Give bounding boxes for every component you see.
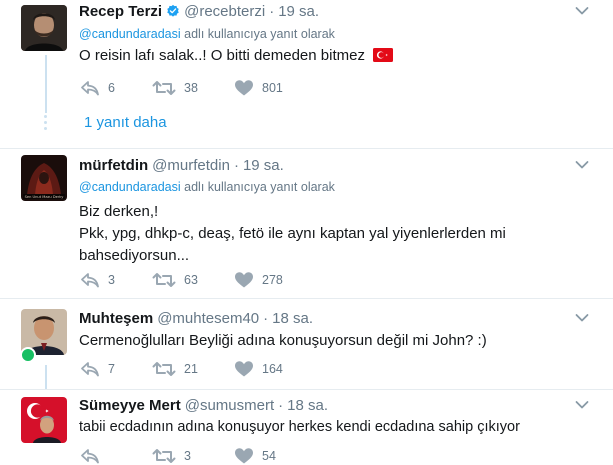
tweet[interactable]: Recep Terzi @recebterzi · 19 sa. @candun… <box>0 0 613 148</box>
handle[interactable]: @murfetdin <box>152 157 230 174</box>
caret-down-icon[interactable] <box>575 160 589 170</box>
tweet-actions: 7 21 164 <box>80 360 283 378</box>
like-count: 278 <box>262 273 283 287</box>
reply-button[interactable]: 6 <box>80 79 152 97</box>
timestamp[interactable]: 19 sa. <box>278 3 319 20</box>
tweet-text-line: Pkk, ypg, dhkp-c, deaş, fetö ile aynı ka… <box>79 225 506 242</box>
like-button[interactable]: 801 <box>234 79 283 97</box>
reply-button[interactable]: 3 <box>80 271 152 289</box>
separator-dot: · <box>233 156 239 174</box>
caret-down-icon[interactable] <box>575 313 589 323</box>
retweet-count: 21 <box>184 362 198 376</box>
tweet-text: O reisin lafı salak..! O bitti demeden b… <box>79 45 579 66</box>
avatar-caption: Sen Unut Mazu Derky <box>25 195 65 199</box>
retweet-icon <box>152 271 176 289</box>
reply-button[interactable] <box>80 447 152 465</box>
tweet-text: tabii ecdadının adına konuşuyor herkes k… <box>79 417 579 438</box>
tweet-actions: 3 54 <box>80 447 276 465</box>
turkey-flag-icon <box>373 48 394 62</box>
like-button[interactable]: 164 <box>234 360 283 378</box>
like-icon <box>234 360 254 378</box>
reply-icon <box>80 79 100 97</box>
caret-down-icon[interactable] <box>575 6 589 16</box>
separator-dot: · <box>263 309 269 327</box>
tweet-text-content: O reisin lafı salak..! O bitti demeden b… <box>79 47 365 64</box>
avatar[interactable]: Sen Unut Mazu Derky <box>21 155 67 201</box>
retweet-button[interactable]: 38 <box>152 79 234 97</box>
display-name[interactable]: Recep Terzi <box>79 3 162 20</box>
reply-count: 3 <box>108 273 115 287</box>
tweet-text-content: tabii ecdadının adına konuşuyor herkes k… <box>79 419 520 435</box>
retweet-count: 63 <box>184 273 198 287</box>
more-replies-link[interactable]: 1 yanıt daha <box>84 114 167 131</box>
reply-icon <box>80 271 100 289</box>
tweet-actions: 3 63 278 <box>80 271 283 289</box>
tweet-text: Cermenoğlulları Beyliği adına konuşuyors… <box>79 330 579 351</box>
reply-mention[interactable]: @candundaradasi <box>79 180 181 194</box>
separator-dot: · <box>269 2 275 20</box>
retweet-button[interactable]: 63 <box>152 271 234 289</box>
like-icon <box>234 271 254 289</box>
tweet-text-content: Cermenoğlulları Beyliği adına konuşuyors… <box>79 332 487 349</box>
tweet-text-line: bahsediyorsun... <box>79 247 190 264</box>
retweet-icon <box>152 79 176 97</box>
like-count: 164 <box>262 362 283 376</box>
reply-context: @candundaradasi adlı kullanıcıya yanıt o… <box>79 180 335 194</box>
avatar[interactable] <box>21 5 67 51</box>
retweet-count: 3 <box>184 449 191 463</box>
display-name[interactable]: mürfetdin <box>79 157 148 174</box>
reply-icon <box>80 447 100 465</box>
retweet-icon <box>152 360 176 378</box>
like-icon <box>234 79 254 97</box>
like-button[interactable]: 278 <box>234 271 283 289</box>
retweet-count: 38 <box>184 81 198 95</box>
retweet-button[interactable]: 3 <box>152 447 234 465</box>
reply-count: 6 <box>108 81 115 95</box>
display-name[interactable]: Muhteşem <box>79 310 153 327</box>
reply-context: @candundaradasi adlı kullanıcıya yanıt o… <box>79 27 335 41</box>
reply-context-label: adlı kullanıcıya yanıt olarak <box>184 180 335 194</box>
retweet-icon <box>152 447 176 465</box>
tweet-actions: 6 38 801 <box>80 79 283 97</box>
verified-icon <box>167 4 179 17</box>
like-button[interactable]: 54 <box>234 447 276 465</box>
reply-context-label: adlı kullanıcıya yanıt olarak <box>184 27 335 41</box>
timestamp[interactable]: 19 sa. <box>243 157 284 174</box>
reply-icon <box>80 360 100 378</box>
timestamp[interactable]: 18 sa. <box>287 397 328 414</box>
like-icon <box>234 447 254 465</box>
handle[interactable]: @sumusmert <box>185 397 274 414</box>
tweet-text: Biz derken,! Pkk, ypg, dhkp-c, deaş, fet… <box>79 201 579 267</box>
avatar[interactable] <box>21 397 67 443</box>
tweet[interactable]: Sümeyye Mert @sumusmert · 18 sa. tabii e… <box>0 390 613 464</box>
reply-button[interactable]: 7 <box>80 360 152 378</box>
handle[interactable]: @recebterzi <box>184 3 265 20</box>
handle[interactable]: @muhtesem40 <box>157 310 259 327</box>
timestamp[interactable]: 18 sa. <box>272 310 313 327</box>
display-name[interactable]: Sümeyye Mert <box>79 397 181 414</box>
caret-down-icon[interactable] <box>575 400 589 410</box>
retweet-button[interactable]: 21 <box>152 360 234 378</box>
like-count: 54 <box>262 449 276 463</box>
reply-count: 7 <box>108 362 115 376</box>
tweet-text-line: Biz derken,! <box>79 203 159 220</box>
tweet[interactable]: Sen Unut Mazu Derky mürfetdin @murfetdin… <box>0 149 613 295</box>
reply-mention[interactable]: @candundaradasi <box>79 27 181 41</box>
like-count: 801 <box>262 81 283 95</box>
tweet[interactable]: Muhteşem @muhtesem40 · 18 sa. Cermenoğlu… <box>0 299 613 389</box>
separator-dot: · <box>278 396 284 414</box>
online-status-indicator <box>20 347 36 363</box>
